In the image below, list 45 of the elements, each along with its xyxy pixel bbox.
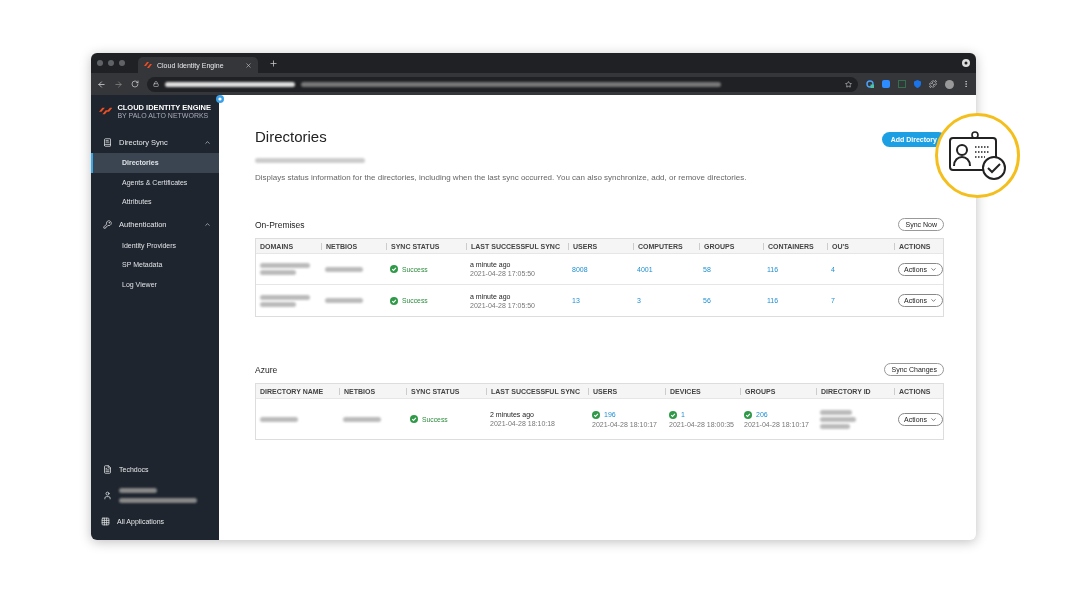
- lock-icon: [153, 81, 159, 87]
- caret-icon: [929, 415, 937, 423]
- section-title: Azure: [255, 364, 278, 375]
- avatar-icon[interactable]: [945, 79, 954, 89]
- forward-icon[interactable]: [114, 79, 123, 89]
- chevron-icon[interactable]: [204, 221, 211, 228]
- book-icon: [103, 137, 112, 147]
- menu-icon[interactable]: [962, 80, 970, 88]
- redacted-text: [325, 266, 363, 272]
- chevron-icon[interactable]: [204, 138, 211, 146]
- redacted-text: [260, 416, 298, 422]
- success-icon: [744, 410, 752, 419]
- close-icon[interactable]: [245, 61, 252, 69]
- circle-icon[interactable]: [962, 59, 970, 67]
- address-field[interactable]: [147, 76, 858, 92]
- caret-icon: [929, 265, 937, 273]
- caret-icon: [929, 297, 937, 304]
- redacted-text: [260, 270, 296, 275]
- notification-icon[interactable]: [216, 95, 224, 103]
- redacted-text: [260, 263, 310, 268]
- document-icon: [103, 464, 112, 474]
- success-icon: [410, 415, 418, 423]
- success-icon: [592, 410, 600, 419]
- reload-icon[interactable]: [131, 80, 139, 88]
- star-icon[interactable]: [845, 80, 852, 88]
- logo-icon: [99, 106, 113, 116]
- success-icon: [669, 410, 677, 419]
- new-tab-icon[interactable]: [269, 58, 278, 68]
- extensions-icon[interactable]: [929, 80, 937, 88]
- redacted-text: [119, 487, 157, 493]
- user-icon: [103, 490, 112, 500]
- page-title: Directories: [255, 128, 328, 145]
- redacted-text: [325, 298, 363, 303]
- grid-icon: [101, 516, 110, 526]
- extension-icon[interactable]: [866, 80, 874, 88]
- success-icon: [390, 296, 398, 305]
- id-card-check-icon: [947, 129, 1008, 182]
- back-icon[interactable]: [97, 79, 106, 89]
- logo-icon: [144, 62, 152, 68]
- success-icon: [390, 265, 398, 273]
- redacted-text: [343, 416, 381, 422]
- key-icon: [103, 220, 112, 229]
- shield-icon[interactable]: [914, 80, 921, 88]
- page-description: Displays status information for the directories, including when the last sync occurred. You can also synchronize, add, or remove directories.: [255, 173, 748, 182]
- section-title: On-Premises: [255, 219, 305, 230]
